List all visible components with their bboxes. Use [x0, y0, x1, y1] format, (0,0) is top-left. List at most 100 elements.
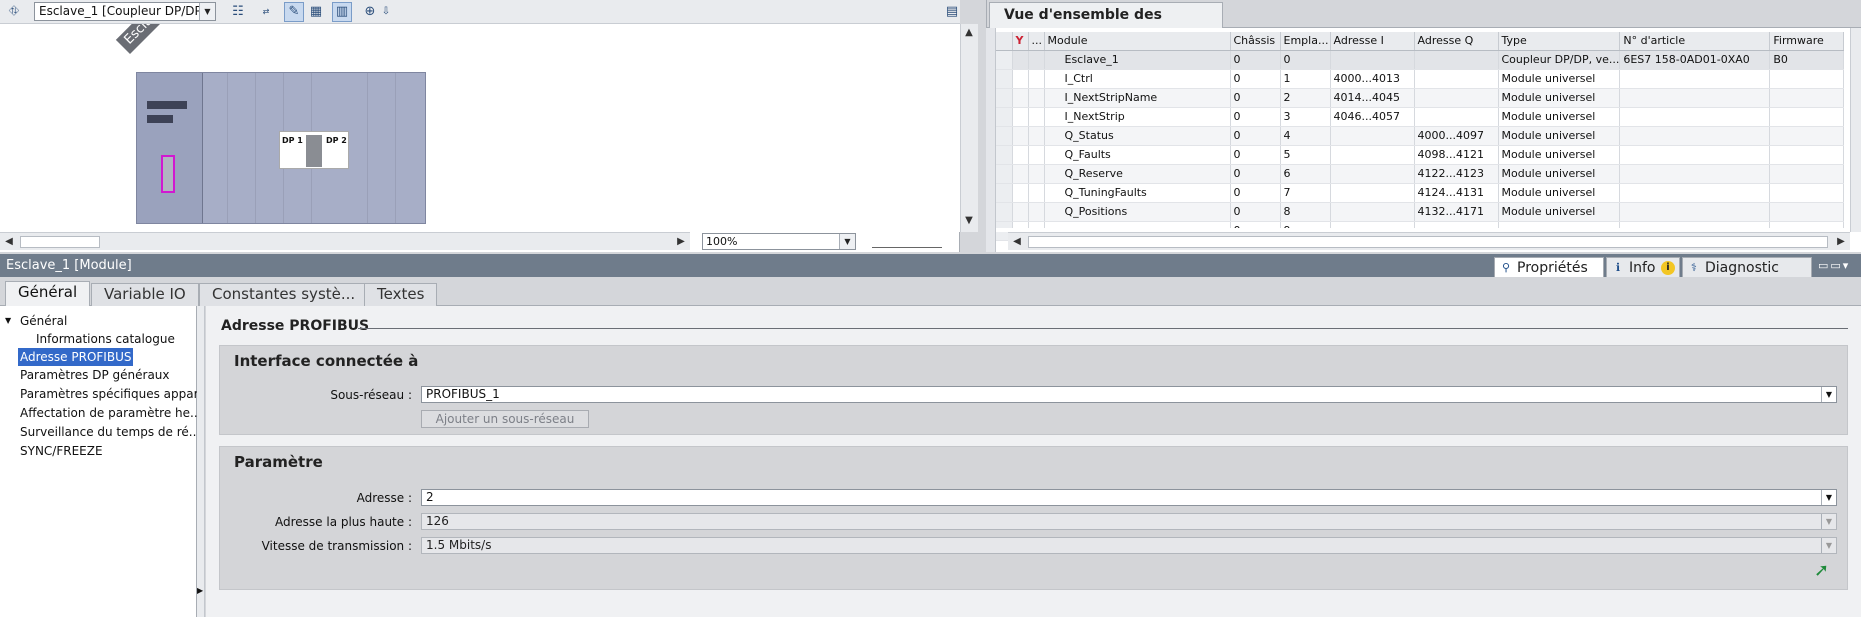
- device-canvas[interactable]: Esclave_1 DP 1 DP 2: [0, 24, 960, 232]
- article-cell[interactable]: [1619, 202, 1771, 222]
- article-cell[interactable]: [1619, 126, 1771, 146]
- panel-toggle-icon[interactable]: ▤: [942, 2, 962, 22]
- address-q-cell[interactable]: 4124...4131: [1414, 183, 1499, 203]
- scroll-right-icon[interactable]: ▶: [674, 235, 688, 249]
- column-header[interactable]: Firmware: [1769, 32, 1845, 51]
- type-cell[interactable]: Module universel: [1498, 183, 1621, 203]
- tab-system-constants[interactable]: Constantes systè...: [199, 283, 369, 306]
- type-cell[interactable]: Module universel: [1498, 126, 1621, 146]
- module-cell[interactable]: Q_Status: [1044, 126, 1231, 146]
- column-header[interactable]: Module: [1044, 32, 1231, 51]
- column-header[interactable]: Y: [1012, 32, 1029, 51]
- article-cell[interactable]: [1619, 164, 1771, 184]
- address-i-cell[interactable]: [1330, 50, 1415, 70]
- address-select[interactable]: 2 ▼: [421, 489, 1837, 506]
- tab-texts[interactable]: Textes: [364, 283, 438, 306]
- article-cell[interactable]: 6ES7 158-0AD01-0XA0: [1619, 50, 1771, 70]
- slot-cell[interactable]: 8: [1280, 202, 1331, 222]
- dp-port-icon[interactable]: [161, 155, 175, 193]
- scroll-left-icon[interactable]: ◀: [2, 235, 16, 249]
- firmware-cell[interactable]: [1769, 145, 1845, 165]
- chassis-cell[interactable]: 0: [1230, 50, 1281, 70]
- chassis-cell[interactable]: 0: [1230, 164, 1281, 184]
- type-cell[interactable]: Coupleur DP/DP, ve...: [1498, 50, 1621, 70]
- type-cell[interactable]: Module universel: [1498, 69, 1621, 89]
- table-row[interactable]: I_NextStrip 0 3 4046...4057 Module unive…: [996, 107, 1845, 127]
- address-q-cell[interactable]: 4000...4097: [1414, 126, 1499, 146]
- nav-item-general-dp-params[interactable]: Paramètres DP généraux: [18, 366, 172, 384]
- address-i-cell[interactable]: [1330, 164, 1415, 184]
- slot-cell[interactable]: 5: [1280, 145, 1331, 165]
- module-cell[interactable]: Q_Faults: [1044, 145, 1231, 165]
- firmware-cell[interactable]: [1769, 126, 1845, 146]
- address-q-cell[interactable]: [1414, 69, 1499, 89]
- type-cell[interactable]: Module universel: [1498, 88, 1621, 108]
- network-view-icon[interactable]: ⛗: [4, 2, 24, 22]
- chevron-down-icon[interactable]: ▼: [839, 234, 855, 249]
- scroll-right-icon[interactable]: ▶: [1834, 235, 1848, 249]
- slot-cell[interactable]: 4: [1280, 126, 1331, 146]
- table-row[interactable]: I_Ctrl 0 1 4000...4013 Module universel: [996, 69, 1845, 89]
- nav-item-sync-freeze[interactable]: SYNC/FREEZE: [18, 442, 105, 460]
- article-cell[interactable]: [1619, 69, 1771, 89]
- column-header[interactable]: Type: [1498, 32, 1621, 51]
- column-header[interactable]: Adresse I: [1330, 32, 1415, 51]
- address-i-cell[interactable]: [1330, 145, 1415, 165]
- nav-item-hex-param-assignment[interactable]: Affectation de paramètre he...: [18, 404, 203, 422]
- type-cell[interactable]: Module universel: [1498, 164, 1621, 184]
- address-q-cell[interactable]: 4132...4171: [1414, 202, 1499, 222]
- scrollbar-thumb[interactable]: [1028, 236, 1828, 248]
- firmware-cell[interactable]: [1769, 107, 1845, 127]
- slot-cell[interactable]: 1: [1280, 69, 1331, 89]
- scroll-left-icon[interactable]: ◀: [1010, 235, 1024, 249]
- scroll-up-icon[interactable]: ▲: [962, 26, 976, 40]
- nav-item-device-specific-params[interactable]: Paramètres spécifiques appar...: [18, 385, 211, 403]
- firmware-cell[interactable]: [1769, 164, 1845, 184]
- zoom-select[interactable]: 100% ▼: [702, 233, 856, 250]
- nav-item-profibus-address[interactable]: Adresse PROFIBUS: [18, 348, 134, 366]
- table-row[interactable]: Q_Positions 0 8 4132...4171 Module unive…: [996, 202, 1845, 222]
- module-cell[interactable]: Q_Reserve: [1044, 164, 1231, 184]
- article-cell[interactable]: [1619, 145, 1771, 165]
- column-header[interactable]: Adresse Q: [1414, 32, 1499, 51]
- table-row[interactable]: Esclave_1 0 0 Coupleur DP/DP, ve... 6ES7…: [996, 50, 1845, 70]
- scroll-down-icon[interactable]: ▼: [962, 214, 976, 228]
- address-i-cell[interactable]: [1330, 126, 1415, 146]
- edit-icon[interactable]: ✎: [284, 2, 304, 22]
- name-icon[interactable]: ⇄: [256, 2, 276, 22]
- tab-device-overview[interactable]: Vue d'ensemble des appar...: [989, 2, 1223, 47]
- address-q-cell[interactable]: [1414, 50, 1499, 70]
- address-i-cell[interactable]: 4000...4013: [1330, 69, 1415, 89]
- columns-icon[interactable]: ▥: [332, 2, 352, 22]
- chassis-cell[interactable]: 0: [1230, 183, 1281, 203]
- chassis-cell[interactable]: 0: [1230, 69, 1281, 89]
- firmware-cell[interactable]: [1769, 88, 1845, 108]
- overview-horizontal-scrollbar[interactable]: ◀ ▶: [1008, 232, 1850, 250]
- device-overview-icon[interactable]: ☷: [228, 2, 248, 22]
- zoom-slider[interactable]: [872, 240, 942, 248]
- add-subnet-button[interactable]: Ajouter un sous-réseau: [421, 410, 589, 428]
- firmware-cell[interactable]: [1769, 202, 1845, 222]
- chassis-cell[interactable]: 0: [1230, 202, 1281, 222]
- address-q-cell[interactable]: [1414, 107, 1499, 127]
- slot-cell[interactable]: 0: [1280, 50, 1331, 70]
- column-header[interactable]: Châssis: [1230, 32, 1281, 51]
- column-header[interactable]: Empla...: [1280, 32, 1331, 51]
- article-cell[interactable]: [1619, 183, 1771, 203]
- device-select[interactable]: Esclave_1 [Coupleur DP/DP, V ▼: [34, 2, 216, 21]
- expand-icon[interactable]: ▼: [5, 316, 11, 325]
- download-icon[interactable]: ⇩: [376, 2, 396, 22]
- table-row[interactable]: Q_Status 0 4 4000...4097 Module universe…: [996, 126, 1845, 146]
- type-cell[interactable]: Module universel: [1498, 202, 1621, 222]
- device-view-horizontal-scrollbar[interactable]: ◀ ▶: [0, 232, 690, 250]
- subnet-select[interactable]: PROFIBUS_1 ▼: [421, 386, 1837, 403]
- rack[interactable]: DP 1 DP 2: [136, 72, 426, 224]
- chassis-cell[interactable]: 0: [1230, 107, 1281, 127]
- device-view-vertical-scrollbar[interactable]: ▲ ▼: [960, 24, 978, 232]
- nav-item-catalog-info[interactable]: Informations catalogue: [34, 330, 177, 348]
- grid-icon[interactable]: ▦: [306, 2, 326, 22]
- tab-variable-io[interactable]: Variable IO: [91, 283, 199, 306]
- dp-interface-module[interactable]: DP 1 DP 2: [279, 131, 349, 169]
- scrollbar-thumb[interactable]: [20, 236, 100, 248]
- overview-side-handle[interactable]: [986, 28, 996, 252]
